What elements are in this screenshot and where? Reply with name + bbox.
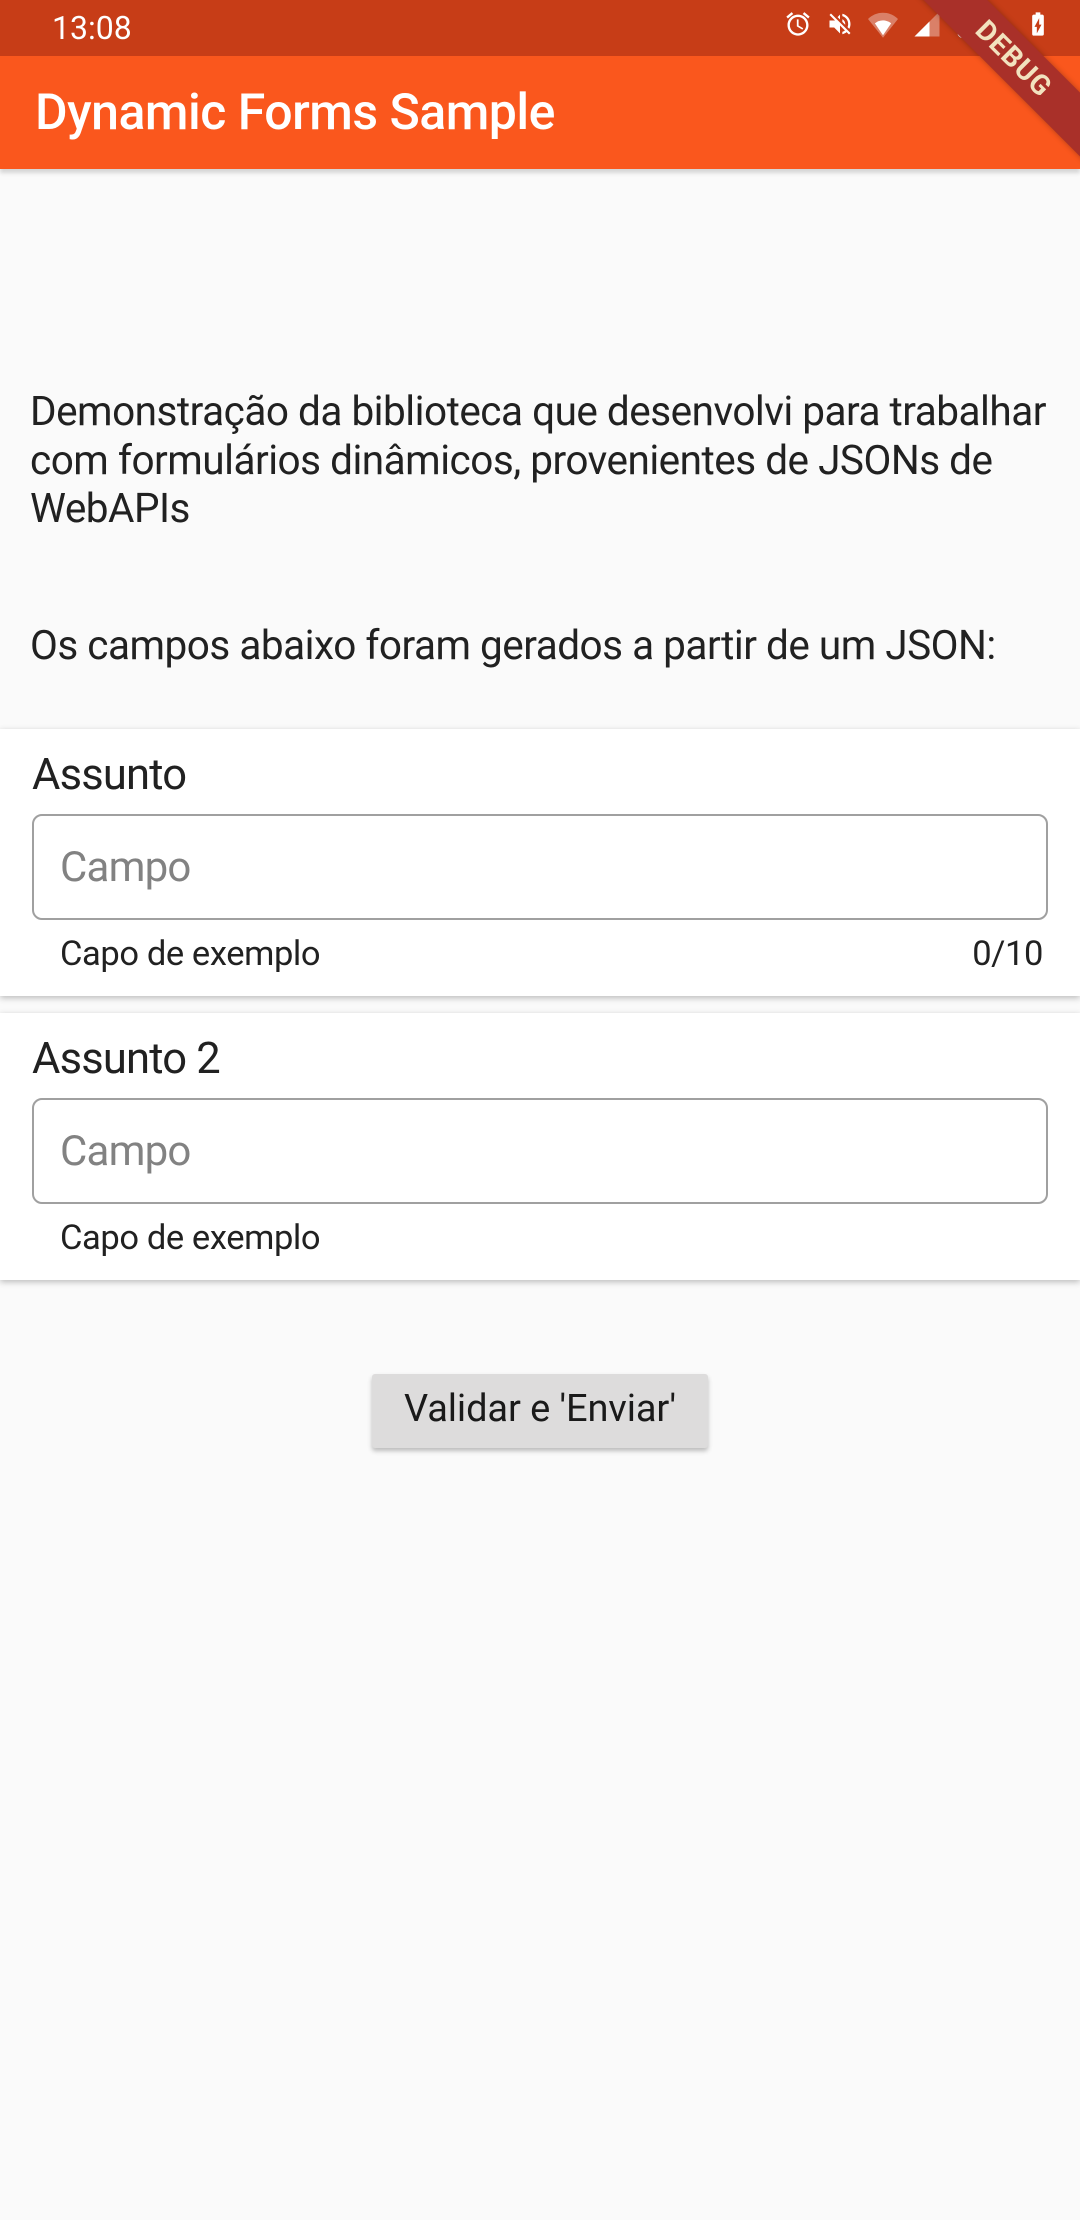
wifi-icon [868, 9, 898, 47]
page-content: Demonstração da biblioteca que desenvolv… [0, 169, 1080, 1448]
status-time: 13:08 [52, 9, 132, 47]
counter-text-1: 0/10 [972, 934, 1043, 974]
intro-text-1: Demonstração da biblioteca que desenvolv… [30, 387, 1050, 533]
status-bar: 13:08 84% [0, 0, 1080, 56]
field-label-1: Assunto [32, 749, 1048, 800]
field-label-2: Assunto 2 [32, 1033, 1048, 1084]
app-bar-title: Dynamic Forms Sample [35, 84, 555, 142]
helper-text-2: Capo de exemplo [60, 1218, 320, 1258]
campo-input-2[interactable] [60, 1127, 1020, 1176]
app-bar: Dynamic Forms Sample [0, 56, 1080, 169]
campo-input-1[interactable] [60, 843, 1020, 892]
input-outline-2[interactable] [32, 1098, 1048, 1204]
validate-send-button[interactable]: Validar e 'Enviar' [372, 1374, 708, 1448]
battery-percent: 84% [956, 11, 1010, 46]
submit-row: Validar e 'Enviar' [0, 1374, 1080, 1448]
status-icons: 84% [784, 9, 1052, 47]
helper-row-1: Capo de exemplo 0/10 [32, 920, 1048, 974]
signal-icon [912, 9, 942, 47]
mute-icon [826, 10, 854, 46]
input-outline-1[interactable] [32, 814, 1048, 920]
alarm-icon [784, 10, 812, 46]
form-field-2: Assunto 2 Capo de exemplo [0, 1013, 1080, 1280]
form-field-1: Assunto Capo de exemplo 0/10 [0, 729, 1080, 996]
helper-text-1: Capo de exemplo [60, 934, 320, 974]
intro-text-2: Os campos abaixo foram gerados a partir … [30, 621, 1050, 670]
helper-row-2: Capo de exemplo [32, 1204, 1048, 1258]
battery-charging-icon [1024, 10, 1052, 46]
intro-block: Demonstração da biblioteca que desenvolv… [0, 169, 1080, 729]
